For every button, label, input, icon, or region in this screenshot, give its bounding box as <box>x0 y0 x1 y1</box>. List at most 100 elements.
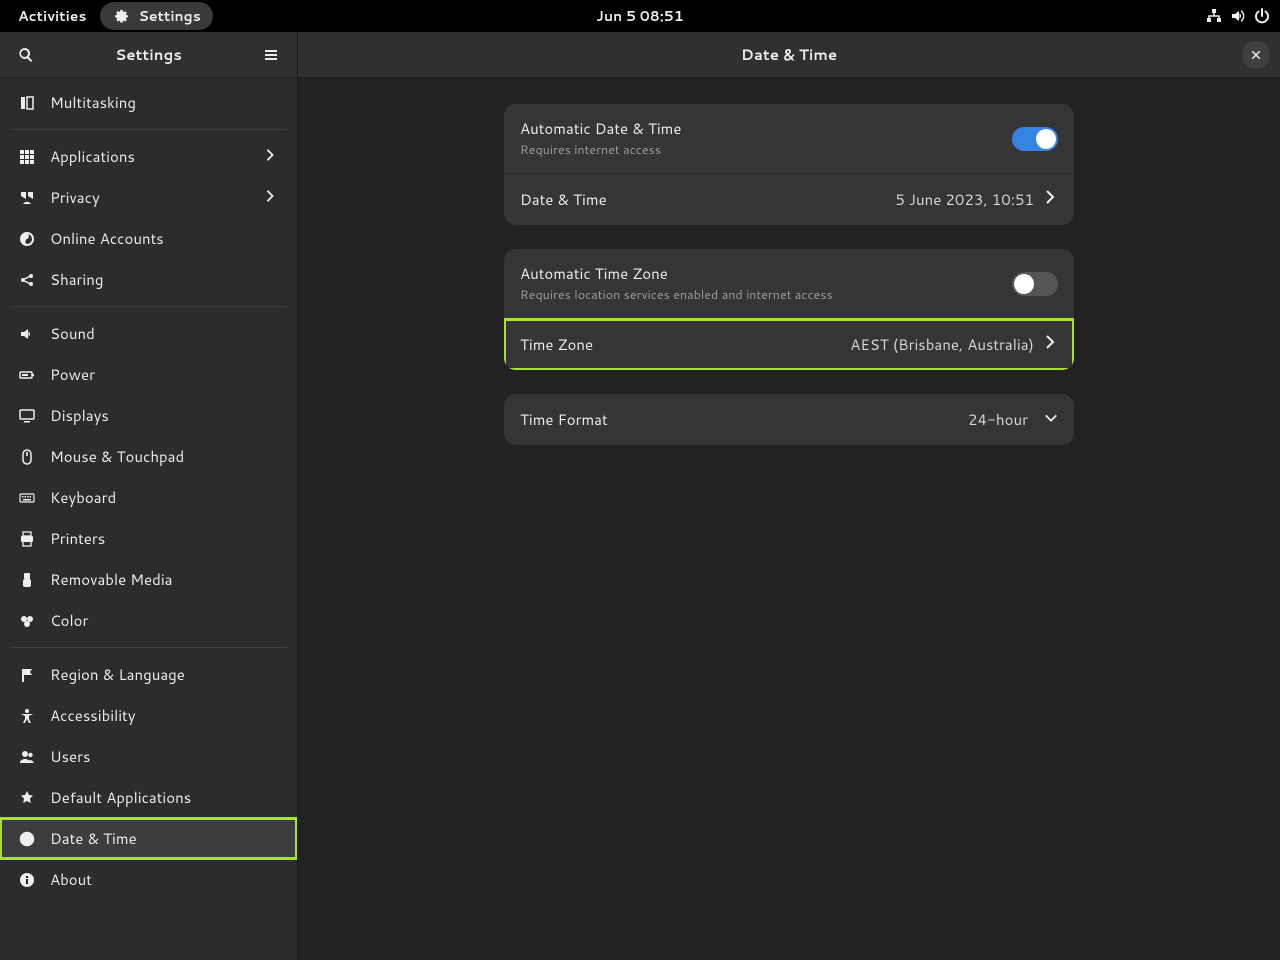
automatic-date-time-row[interactable]: Automatic Date & Time Requires internet … <box>504 104 1074 174</box>
sidebar-item-multitasking[interactable]: Multitasking <box>0 82 297 123</box>
sidebar-item-label: Users <box>50 746 279 767</box>
sidebar-item-label: Default Applications <box>50 787 279 808</box>
gnome-top-bar: Activities Settings Jun 5 08:51 <box>0 0 1280 32</box>
sidebar-item-label: Color <box>50 610 279 631</box>
sidebar-item-default[interactable]: Default Applications <box>0 777 297 818</box>
datetime-group: Automatic Date & Time Requires internet … <box>504 104 1074 225</box>
apps-icon <box>18 148 36 166</box>
accessibility-icon <box>18 707 36 725</box>
gear-icon <box>112 6 132 26</box>
sidebar-item-label: Removable Media <box>50 569 279 590</box>
clock[interactable]: Jun 5 08:51 <box>596 6 683 26</box>
privacy-icon <box>18 189 36 207</box>
online-icon <box>18 230 36 248</box>
time-format-row[interactable]: Time Format 24-hour <box>504 394 1074 445</box>
sidebar-item-power[interactable]: Power <box>0 354 297 395</box>
sidebar-item-color[interactable]: Color <box>0 600 297 641</box>
keyboard-icon <box>18 489 36 507</box>
search-button[interactable] <box>12 41 40 69</box>
row-title: Time Zone <box>520 334 850 355</box>
sidebar-item-label: Sound <box>50 323 279 344</box>
sidebar-item-label: Multitasking <box>50 92 279 113</box>
time-zone-value: AEST (Brisbane, Australia) <box>850 334 1034 355</box>
nav-separator <box>10 647 287 648</box>
users-icon <box>18 748 36 766</box>
sharing-icon <box>18 271 36 289</box>
sidebar-item-users[interactable]: Users <box>0 736 297 777</box>
power-icon[interactable] <box>1252 6 1272 26</box>
sidebar-item-mouse[interactable]: Mouse & Touchpad <box>0 436 297 477</box>
displays-icon <box>18 407 36 425</box>
sidebar-item-printers[interactable]: Printers <box>0 518 297 559</box>
timezone-group: Automatic Time Zone Requires location se… <box>504 249 1074 370</box>
printers-icon <box>18 530 36 548</box>
sidebar-item-online[interactable]: Online Accounts <box>0 218 297 259</box>
chevron-down-icon <box>1044 408 1058 431</box>
sidebar-item-keyboard[interactable]: Keyboard <box>0 477 297 518</box>
network-icon[interactable] <box>1204 6 1224 26</box>
activities-button[interactable]: Activities <box>8 2 96 30</box>
automatic-time-zone-switch[interactable] <box>1012 272 1058 296</box>
sidebar-item-label: Applications <box>50 146 249 167</box>
row-title: Automatic Date & Time <box>520 118 1012 139</box>
row-title: Date & Time <box>520 189 895 210</box>
sidebar-item-label: Mouse & Touchpad <box>50 446 279 467</box>
settings-sidebar: Settings Multitasking Applications Privacy… <box>0 32 298 960</box>
sidebar-item-privacy[interactable]: Privacy <box>0 177 297 218</box>
sidebar-item-label: Printers <box>50 528 279 549</box>
date-time-value: 5 June 2023, 10:51 <box>895 189 1034 210</box>
time-format-value: 24-hour <box>968 409 1028 430</box>
sidebar-item-label: Sharing <box>50 269 279 290</box>
sidebar-item-sharing[interactable]: Sharing <box>0 259 297 300</box>
sidebar-item-label: Power <box>50 364 279 385</box>
sidebar-item-label: Region & Language <box>50 664 279 685</box>
chevron-right-icon <box>1042 188 1058 211</box>
power-icon <box>18 366 36 384</box>
sidebar-item-removable[interactable]: Removable Media <box>0 559 297 600</box>
volume-icon[interactable] <box>1228 6 1248 26</box>
sidebar-item-region[interactable]: Region & Language <box>0 654 297 695</box>
sidebar-item-datetime[interactable]: Date & Time <box>0 818 297 859</box>
sidebar-item-label: About <box>50 869 279 890</box>
multitasking-icon <box>18 94 36 112</box>
sidebar-item-accessibility[interactable]: Accessibility <box>0 695 297 736</box>
chevron-right-icon <box>1042 333 1058 356</box>
about-icon <box>18 871 36 889</box>
nav-separator <box>10 306 287 307</box>
color-icon <box>18 612 36 630</box>
sidebar-item-label: Accessibility <box>50 705 279 726</box>
close-icon <box>1250 49 1262 61</box>
sidebar-item-label: Keyboard <box>50 487 279 508</box>
sidebar-title: Settings <box>115 44 182 65</box>
chevron-right-icon <box>263 146 279 167</box>
row-title: Automatic Time Zone <box>520 263 1012 284</box>
time-zone-row[interactable]: Time Zone AEST (Brisbane, Australia) <box>504 319 1074 370</box>
datetime-icon <box>18 830 36 848</box>
date-time-row[interactable]: Date & Time 5 June 2023, 10:51 <box>504 174 1074 225</box>
close-button[interactable] <box>1242 41 1270 69</box>
sidebar-item-label: Online Accounts <box>50 228 279 249</box>
sidebar-item-label: Date & Time <box>50 828 279 849</box>
main-header: Date & Time <box>298 32 1280 78</box>
sidebar-item-sound[interactable]: Sound <box>0 313 297 354</box>
automatic-date-time-switch[interactable] <box>1012 127 1058 151</box>
current-app-indicator[interactable]: Settings <box>100 2 212 30</box>
chevron-right-icon <box>263 187 279 208</box>
default-icon <box>18 789 36 807</box>
sidebar-item-label: Privacy <box>50 187 249 208</box>
sidebar-item-apps[interactable]: Applications <box>0 136 297 177</box>
hamburger-menu-button[interactable] <box>257 41 285 69</box>
automatic-time-zone-row[interactable]: Automatic Time Zone Requires location se… <box>504 249 1074 319</box>
sidebar-item-about[interactable]: About <box>0 859 297 900</box>
sidebar-nav: Multitasking Applications Privacy Online Ac… <box>0 78 297 960</box>
nav-separator <box>10 129 287 130</box>
current-app-label: Settings <box>138 6 200 26</box>
removable-icon <box>18 571 36 589</box>
sidebar-item-displays[interactable]: Displays <box>0 395 297 436</box>
timeformat-group: Time Format 24-hour <box>504 394 1074 445</box>
region-icon <box>18 666 36 684</box>
row-subtitle: Requires internet access <box>520 141 1012 159</box>
row-title: Time Format <box>520 409 968 430</box>
sidebar-header: Settings <box>0 32 297 78</box>
mouse-icon <box>18 448 36 466</box>
